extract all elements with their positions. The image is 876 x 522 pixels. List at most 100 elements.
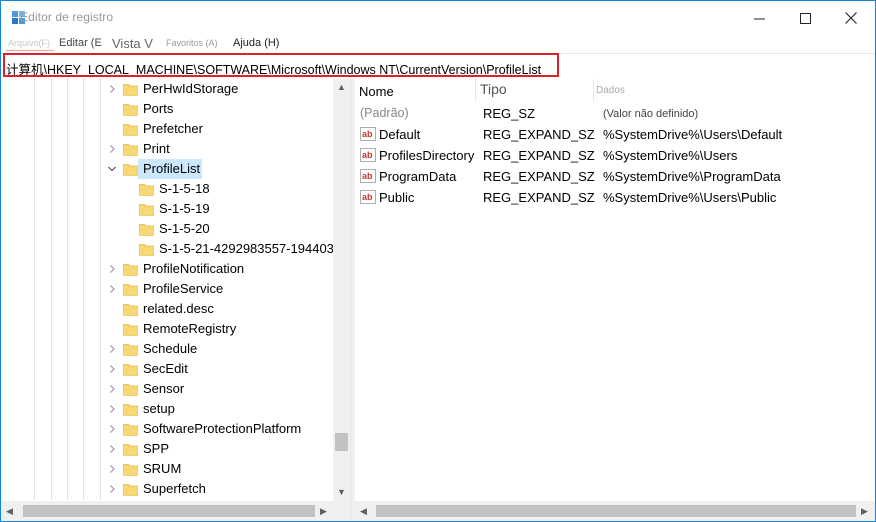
- folder-icon: [123, 362, 138, 376]
- tree-item[interactable]: S-1-5-18: [1, 179, 333, 199]
- tree-item-label: Ports: [143, 101, 174, 116]
- string-value-icon: ab: [360, 148, 376, 162]
- tree-item[interactable]: Superfetch: [1, 479, 333, 499]
- tree-item-label: S-1-5-20: [159, 221, 210, 236]
- value-row[interactable]: ab ProfilesDirectory REG_EXPAND_SZ %SystemD…: [355, 145, 875, 166]
- tree-item-label: Prefetcher: [143, 121, 203, 136]
- value-type: REG_EXPAND_SZ: [483, 169, 595, 184]
- minimize-icon: [753, 18, 765, 19]
- value-name: (Padrão): [360, 106, 409, 120]
- column-header-name[interactable]: Nome: [359, 84, 394, 99]
- scroll-right-icon[interactable]: ▶: [320, 507, 327, 516]
- scroll-right-icon[interactable]: ▶: [861, 507, 868, 516]
- tree-horizontal-scroll-thumb[interactable]: [23, 505, 315, 517]
- tree-item[interactable]: S-1-5-21-4292983557-194403: [1, 239, 334, 259]
- value-name: Default: [379, 127, 421, 142]
- tree-item[interactable]: ProfileList: [1, 159, 333, 179]
- value-type: REG_EXPAND_SZ: [483, 127, 595, 142]
- folder-icon: [123, 462, 138, 476]
- folder-icon: [123, 122, 138, 136]
- tree-item[interactable]: SecEdit: [1, 359, 333, 379]
- scroll-left-icon[interactable]: ◀: [6, 507, 13, 516]
- tree-item[interactable]: related.desc: [1, 299, 333, 319]
- minimize-button[interactable]: [736, 1, 782, 35]
- tree-item-label: Sensor: [143, 381, 185, 396]
- tree-item[interactable]: S-1-5-20: [1, 219, 333, 239]
- value-name: ProfilesDirectory: [379, 148, 475, 163]
- scroll-left-icon[interactable]: ◀: [360, 507, 367, 516]
- value-row[interactable]: (Padrão) REG_SZ (Valor não definido): [355, 103, 875, 124]
- value-data: %SystemDrive%\Users: [603, 148, 738, 163]
- column-header-type[interactable]: Tipo: [480, 81, 507, 97]
- tree-item-label: ProfileService: [143, 281, 224, 296]
- tree-item[interactable]: ProfileService: [1, 279, 333, 299]
- chevron-right-icon[interactable]: [107, 283, 117, 295]
- tree-item[interactable]: PerHwIdStorage: [1, 79, 333, 99]
- chevron-right-icon[interactable]: [107, 363, 117, 375]
- tree-item-label: ProfileList: [143, 161, 201, 176]
- chevron-right-icon[interactable]: [107, 443, 117, 455]
- chevron-right-icon[interactable]: [107, 423, 117, 435]
- tree-item[interactable]: Ports: [1, 99, 333, 119]
- scroll-up-icon[interactable]: ▲: [337, 83, 346, 92]
- string-value-icon: ab: [360, 190, 376, 204]
- scroll-down-icon[interactable]: ▼: [337, 488, 346, 497]
- chevron-right-icon[interactable]: [107, 143, 117, 155]
- tree-item[interactable]: setup: [1, 399, 333, 419]
- tree-item[interactable]: SoftwareProtectionPlatform: [1, 419, 333, 439]
- chevron-right-icon[interactable]: [107, 483, 117, 495]
- tree-item-label: setup: [143, 401, 175, 416]
- tree-item[interactable]: Schedule: [1, 339, 333, 359]
- values-horizontal-scroll-thumb[interactable]: [376, 505, 856, 517]
- window-title: Editor de registro: [20, 10, 114, 24]
- column-header-data[interactable]: Dados: [596, 85, 625, 96]
- value-name: Public: [379, 190, 415, 205]
- folder-icon: [123, 302, 138, 316]
- tree-item[interactable]: SRUM: [1, 459, 333, 479]
- tree-item-label: Superfetch: [143, 481, 206, 496]
- tree-item[interactable]: Sensor: [1, 379, 333, 399]
- tree-item[interactable]: ProfileNotification: [1, 259, 333, 279]
- maximize-icon: [799, 12, 811, 24]
- folder-icon: [123, 482, 138, 496]
- value-row[interactable]: ab ProgramData REG_EXPAND_SZ %SystemDrive%\…: [355, 166, 875, 187]
- menu-file[interactable]: Arquivo(F): [8, 38, 50, 48]
- title-bar[interactable]: Editor de registro: [1, 1, 875, 35]
- chevron-right-icon[interactable]: [107, 263, 117, 275]
- value-type: REG_EXPAND_SZ: [483, 190, 595, 205]
- folder-icon: [123, 442, 138, 456]
- tree-item[interactable]: Prefetcher: [1, 119, 333, 139]
- menu-edit[interactable]: Editar (E: [59, 37, 102, 49]
- tree-item-label: SecEdit: [143, 361, 188, 376]
- chevron-right-icon[interactable]: [107, 403, 117, 415]
- chevron-down-icon[interactable]: [107, 163, 117, 175]
- tree-item[interactable]: Print: [1, 139, 333, 159]
- chevron-right-icon[interactable]: [107, 343, 117, 355]
- close-button[interactable]: [828, 1, 874, 35]
- chevron-right-icon[interactable]: [107, 383, 117, 395]
- column-separator[interactable]: [475, 79, 476, 101]
- folder-icon: [123, 322, 138, 336]
- tree-item-label: PerHwIdStorage: [143, 81, 239, 96]
- menu-help[interactable]: Ajuda (H): [233, 37, 279, 49]
- chevron-right-icon[interactable]: [107, 83, 117, 95]
- chevron-right-icon[interactable]: [107, 463, 117, 475]
- tree-item[interactable]: RemoteRegistry: [1, 319, 333, 339]
- tree-item[interactable]: S-1-5-19: [1, 199, 333, 219]
- menu-view[interactable]: Vista V: [112, 36, 153, 51]
- column-separator[interactable]: [593, 79, 594, 101]
- tree-item-label: ProfileNotification: [143, 261, 245, 276]
- value-row[interactable]: ab Public REG_EXPAND_SZ %SystemDrive%\Users…: [355, 187, 875, 208]
- tree-vertical-scroll-thumb[interactable]: [335, 433, 348, 451]
- folder-icon: [123, 402, 138, 416]
- menu-favorites[interactable]: Favoritos (A): [166, 38, 218, 48]
- value-row[interactable]: ab Default REG_EXPAND_SZ %SystemDrive%\User…: [355, 124, 875, 145]
- maximize-button[interactable]: [782, 1, 828, 35]
- tree-item[interactable]: SPP: [1, 439, 333, 459]
- menu-bar: Arquivo(F) Editar (E Vista V Favoritos (…: [1, 35, 875, 52]
- address-highlight-box: [3, 53, 559, 77]
- values-pane[interactable]: Nome Tipo Dados (Padrão) REG_SZ (Valor não…: [355, 79, 875, 501]
- tree-item-label: SRUM: [143, 461, 182, 476]
- folder-icon: [123, 422, 138, 436]
- key-tree-pane[interactable]: PerHwIdStorage Ports Prefetcher Print Profil…: [1, 79, 350, 521]
